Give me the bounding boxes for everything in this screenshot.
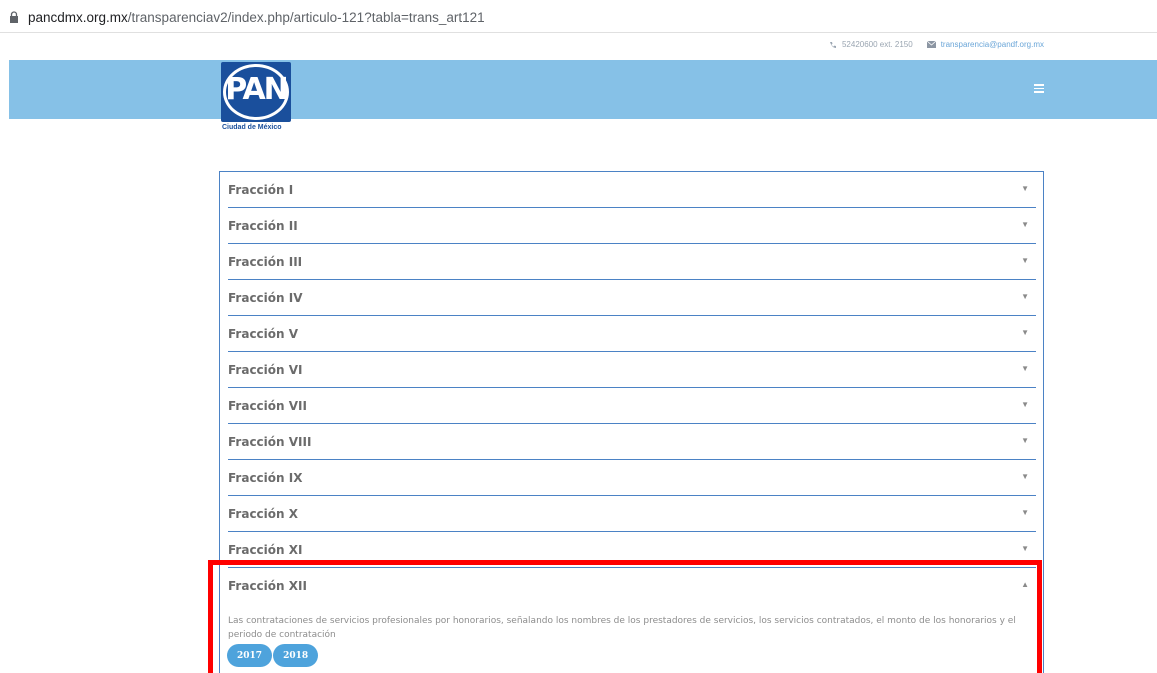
contact-bar: 52420600 ext. 2150 transparencia@pandf.o… bbox=[0, 34, 1157, 60]
url-path: /transparenciav2/index.php/articulo-121?… bbox=[127, 9, 485, 25]
accordion-item-fraccion-iv[interactable]: Fracción IV ▼ bbox=[228, 280, 1036, 316]
menu-icon[interactable] bbox=[1034, 84, 1044, 93]
accordion-item-label: Fracción V bbox=[228, 327, 299, 341]
email-contact[interactable]: transparencia@pandf.org.mx bbox=[926, 40, 1044, 49]
phone-icon bbox=[829, 41, 836, 48]
phone-contact: 52420600 ext. 2150 bbox=[829, 40, 913, 49]
accordion-item-label: Fracción III bbox=[228, 255, 303, 269]
caret-down-icon: ▼ bbox=[1021, 328, 1029, 337]
caret-down-icon: ▼ bbox=[1021, 292, 1029, 301]
accordion-item-label: Fracción XI bbox=[228, 543, 303, 557]
url-text[interactable]: pancdmx.org.mx/transparenciav2/index.php… bbox=[28, 7, 485, 27]
highlight-box bbox=[208, 560, 1042, 673]
accordion-item-label: Fracción X bbox=[228, 507, 299, 521]
pan-logo[interactable]: PAN bbox=[221, 62, 291, 122]
accordion-item-fraccion-vii[interactable]: Fracción VII ▼ bbox=[228, 388, 1036, 424]
caret-down-icon: ▼ bbox=[1021, 436, 1029, 445]
caret-down-icon: ▼ bbox=[1021, 256, 1029, 265]
url-host: pancdmx.org.mx bbox=[28, 9, 128, 25]
accordion-item-fraccion-ix[interactable]: Fracción IX ▼ bbox=[228, 460, 1036, 496]
accordion-item-fraccion-ii[interactable]: Fracción II ▼ bbox=[228, 208, 1036, 244]
accordion-item-label: Fracción VII bbox=[228, 399, 307, 413]
mail-icon bbox=[926, 41, 936, 48]
accordion-item-label: Fracción IX bbox=[228, 471, 303, 485]
caret-down-icon: ▼ bbox=[1021, 508, 1029, 517]
caret-down-icon: ▼ bbox=[1021, 364, 1029, 373]
lock-icon bbox=[10, 11, 18, 23]
accordion-item-fraccion-i[interactable]: Fracción I ▼ bbox=[228, 172, 1036, 208]
caret-down-icon: ▼ bbox=[1021, 400, 1029, 409]
phone-text: 52420600 ext. 2150 bbox=[841, 40, 913, 49]
caret-down-icon: ▼ bbox=[1021, 544, 1029, 553]
accordion-item-fraccion-vi[interactable]: Fracción VI ▼ bbox=[228, 352, 1036, 388]
accordion-item-label: Fracción I bbox=[228, 183, 294, 197]
accordion-item-fraccion-v[interactable]: Fracción V ▼ bbox=[228, 316, 1036, 352]
accordion-item-label: Fracción IV bbox=[228, 291, 303, 305]
accordion-item-fraccion-viii[interactable]: Fracción VIII ▼ bbox=[228, 424, 1036, 460]
accordion-item-fraccion-x[interactable]: Fracción X ▼ bbox=[228, 496, 1036, 532]
caret-down-icon: ▼ bbox=[1021, 184, 1029, 193]
accordion-item-fraccion-iii[interactable]: Fracción III ▼ bbox=[228, 244, 1036, 280]
caret-down-icon: ▼ bbox=[1021, 472, 1029, 481]
accordion-item-label: Fracción II bbox=[228, 219, 298, 233]
logo-text: PAN bbox=[225, 72, 289, 107]
main-navbar bbox=[9, 60, 1157, 119]
accordion-item-label: Fracción VIII bbox=[228, 435, 312, 449]
caret-down-icon: ▼ bbox=[1021, 220, 1029, 229]
accordion-item-label: Fracción VI bbox=[228, 363, 303, 377]
browser-address-bar[interactable]: pancdmx.org.mx/transparenciav2/index.php… bbox=[0, 0, 1157, 33]
logo-caption: Ciudad de México bbox=[222, 124, 282, 131]
email-link[interactable]: transparencia@pandf.org.mx bbox=[941, 40, 1044, 49]
